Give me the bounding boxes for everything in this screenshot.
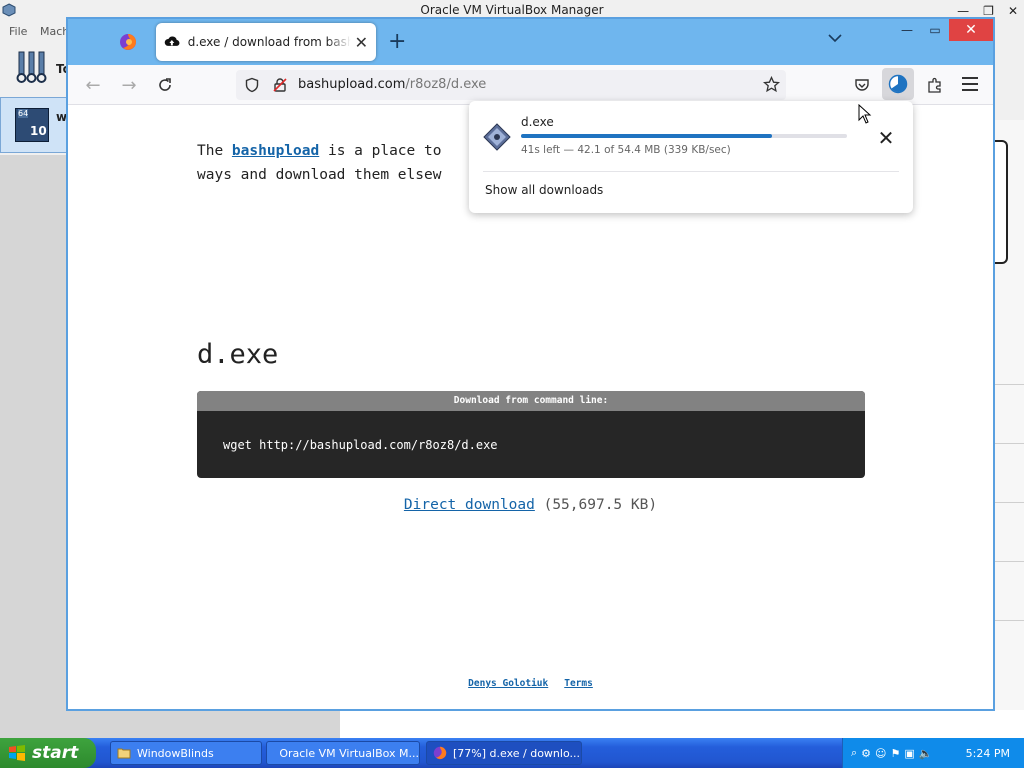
taskbar-item-windowblinds[interactable]: WindowBlinds bbox=[110, 741, 262, 765]
users-icon[interactable]: ☺ bbox=[875, 747, 886, 760]
folder-icon bbox=[117, 748, 131, 759]
tab-close-icon[interactable]: ✕ bbox=[355, 33, 368, 52]
download-progress-bar bbox=[521, 134, 847, 138]
direct-download-link[interactable]: Direct download bbox=[404, 497, 535, 513]
tools-icon bbox=[16, 51, 47, 83]
divider bbox=[483, 171, 899, 172]
command-line-box: Download from command line: wget http://… bbox=[197, 391, 865, 478]
taskbar-item-virtualbox[interactable]: Oracle VM VirtualBox M... bbox=[266, 741, 420, 765]
list-all-tabs-chevron-icon[interactable] bbox=[828, 31, 842, 47]
windows10-vm-icon: 64 10 bbox=[15, 108, 49, 142]
download-progress-fill bbox=[521, 134, 773, 138]
shield-icon[interactable] bbox=[244, 77, 260, 93]
firefox-icon bbox=[120, 34, 136, 50]
start-button[interactable]: start bbox=[0, 738, 96, 768]
firefox-window-controls: — ▭ ✕ bbox=[893, 19, 993, 41]
extensions-puzzle-icon[interactable] bbox=[926, 76, 944, 94]
reload-icon[interactable] bbox=[152, 73, 178, 97]
new-tab-button[interactable]: + bbox=[388, 29, 406, 54]
command-line-header: Download from command line: bbox=[197, 391, 865, 411]
mouse-cursor-icon bbox=[858, 104, 872, 124]
vbox-title: Oracle VM VirtualBox Manager bbox=[420, 3, 604, 17]
footer: Denys Golotiuk Terms bbox=[68, 678, 993, 689]
vbox-menu-file[interactable]: File bbox=[9, 25, 27, 38]
downloads-button[interactable] bbox=[882, 68, 914, 100]
taskbar: start WindowBlinds Oracle VM VirtualBox … bbox=[0, 738, 1024, 768]
downloads-panel: d.exe 41s left — 42.1 of 54.4 MB (339 KB… bbox=[469, 101, 913, 213]
network-computers-icon[interactable]: ▣ bbox=[904, 747, 914, 760]
firefox-icon bbox=[433, 746, 447, 760]
navigation-toolbar: ← → bashupload.com/r8oz8/d.exe bbox=[68, 65, 993, 105]
vbox-right-panel bbox=[340, 710, 1024, 738]
vbox-vm-item[interactable]: 64 10 wi bbox=[0, 97, 71, 153]
footer-author-link[interactable]: Denys Golotiuk bbox=[468, 678, 548, 689]
vbox-close-button[interactable]: ✕ bbox=[1008, 1, 1018, 21]
divider bbox=[994, 502, 1024, 503]
file-title: d.exe bbox=[197, 339, 279, 370]
flag-icon[interactable]: ⚑ bbox=[891, 747, 901, 760]
cancel-download-close-icon[interactable]: ✕ bbox=[875, 126, 897, 150]
show-all-downloads-button[interactable]: Show all downloads bbox=[485, 183, 603, 197]
bookmark-star-icon[interactable] bbox=[763, 76, 780, 93]
file-size: (55,697.5 KB) bbox=[534, 497, 658, 513]
pocket-icon[interactable] bbox=[854, 77, 870, 93]
url-text: bashupload.com/r8oz8/d.exe bbox=[298, 77, 486, 92]
url-bar[interactable]: bashupload.com/r8oz8/d.exe bbox=[236, 70, 786, 100]
url-path: /r8oz8/d.exe bbox=[405, 77, 487, 92]
forward-arrow-icon[interactable]: → bbox=[116, 73, 142, 97]
ff-close-button[interactable]: ✕ bbox=[949, 19, 993, 41]
tab-active[interactable]: d.exe / download from bashupload ✕ bbox=[156, 23, 376, 61]
download-status: 41s left — 42.1 of 54.4 MB (339 KB/sec) bbox=[521, 144, 731, 156]
divider bbox=[994, 443, 1024, 444]
ff-minimize-button[interactable]: — bbox=[893, 19, 921, 41]
download-filename: d.exe bbox=[521, 115, 554, 129]
virtualbox-icon bbox=[2, 3, 16, 17]
footer-terms-link[interactable]: Terms bbox=[564, 678, 593, 689]
divider bbox=[994, 384, 1024, 385]
bashupload-link[interactable]: bashupload bbox=[232, 143, 319, 159]
network-icon[interactable]: ⚙ bbox=[861, 747, 871, 760]
volume-icon[interactable]: 🔈 bbox=[919, 747, 933, 760]
clock: 5:24 PM bbox=[965, 747, 1010, 760]
divider bbox=[994, 561, 1024, 562]
search-icon[interactable]: ⌕ bbox=[851, 746, 857, 760]
hamburger-menu-icon[interactable] bbox=[962, 77, 978, 91]
vbox-preview-frame bbox=[994, 140, 1008, 264]
wget-command[interactable]: wget http://bashupload.com/r8oz8/d.exe bbox=[223, 438, 498, 452]
tab-bar: d.exe / download from bashupload ✕ + — ▭… bbox=[68, 19, 993, 65]
exe-file-icon bbox=[483, 123, 511, 151]
taskbar-item-firefox[interactable]: [77%] d.exe / downlo... bbox=[426, 741, 582, 765]
firefox-window: d.exe / download from bashupload ✕ + — ▭… bbox=[66, 17, 995, 711]
system-tray: ⌕ ⚙ ☺ ⚑ ▣ 🔈 5:24 PM bbox=[842, 738, 1024, 768]
download-progress-icon bbox=[888, 74, 908, 94]
back-arrow-icon[interactable]: ← bbox=[80, 73, 106, 97]
windows-logo-icon bbox=[9, 745, 25, 761]
url-host: bashupload.com bbox=[298, 77, 406, 92]
tab-pinned-firefox[interactable] bbox=[108, 25, 148, 59]
lock-insecure-icon[interactable] bbox=[272, 77, 288, 93]
vbox-tools-item[interactable]: To bbox=[0, 42, 71, 94]
vbox-menu-machine[interactable]: Mach bbox=[40, 25, 69, 38]
ff-maximize-button[interactable]: ▭ bbox=[921, 19, 949, 41]
start-label: start bbox=[32, 743, 79, 763]
tab-title: d.exe / download from bashupload bbox=[187, 35, 351, 49]
divider bbox=[994, 620, 1024, 621]
cloud-upload-icon bbox=[164, 36, 180, 46]
direct-download-line: Direct download (55,697.5 KB) bbox=[68, 497, 993, 513]
